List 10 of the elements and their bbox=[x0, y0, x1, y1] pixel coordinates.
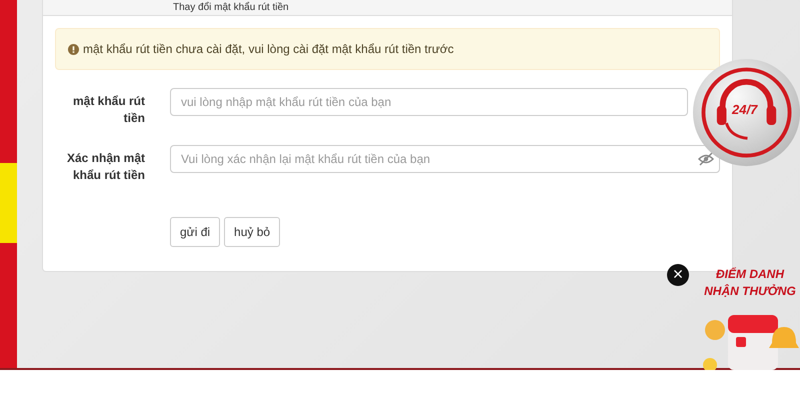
form-button[interactable]: huỷ bỏ bbox=[224, 217, 280, 247]
promo-text[interactable]: ĐIỂM DANH bbox=[716, 266, 784, 283]
panel-title: Thay đổi mật khẩu rút tiền bbox=[43, 0, 732, 16]
promo-text[interactable]: NHẬN THƯỞNG bbox=[704, 283, 796, 300]
password-field[interactable]: vui lòng nhập mật khẩu rút tiền của bạn bbox=[170, 88, 688, 116]
field-label: Xác nhận mật khẩu rút tiền bbox=[66, 150, 145, 184]
warning-text: mật khẩu rút tiền chưa cài đặt, vui lòng cài đặt mật khẩu rút tiền trước bbox=[83, 42, 454, 56]
password-field[interactable]: Vui lòng xác nhận lại mật khẩu rút tiền của bạn bbox=[170, 145, 720, 173]
form-button[interactable]: gửi đi bbox=[170, 217, 220, 247]
field-label: mật khẩu rút tiền bbox=[72, 93, 145, 127]
